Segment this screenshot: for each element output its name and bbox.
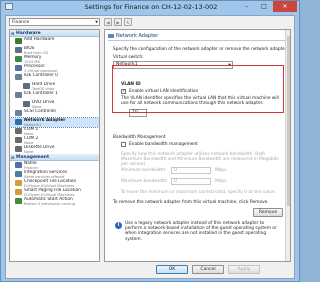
- dialog-body: Finance ▼ ◀ ▶ ↻ ⊟ Hardware Add Hardware B…: [5, 15, 295, 279]
- tree-item-icon: [15, 56, 22, 62]
- tree-item[interactable]: Hard Drive TestOS.vhdx: [10, 82, 99, 91]
- max-bandwidth-unit: Mbps: [215, 179, 227, 184]
- management-section-label: Management: [16, 155, 50, 160]
- collapse-icon[interactable]: ⊟: [11, 30, 14, 37]
- tree-item-icon: [15, 198, 22, 204]
- collapse-icon[interactable]: ⊟: [11, 154, 14, 161]
- tree-item-icon: [15, 38, 22, 44]
- pane-header: Network Adapter: [108, 33, 288, 41]
- tree-item-icon: [23, 101, 30, 107]
- maximize-button[interactable]: □: [256, 1, 272, 12]
- legacy-adapter-info: Use a legacy network adapter instead of …: [125, 221, 277, 242]
- max-bandwidth-input[interactable]: 0: [171, 178, 211, 185]
- tree-item[interactable]: Automatic Start Action Restart if previou…: [10, 197, 99, 206]
- info-icon: i: [115, 222, 122, 229]
- hardware-section-label: Hardware: [16, 31, 41, 36]
- min-bandwidth-unit: Mbps: [215, 168, 227, 173]
- tree-item-icon: [15, 171, 22, 177]
- tree-item-detail: Restart if previously running: [24, 202, 75, 206]
- bandwidth-group-label: Bandwidth Management: [113, 135, 166, 140]
- tree-item-label: Add Hardware: [24, 37, 55, 42]
- min-bandwidth-input[interactable]: 0: [171, 167, 211, 174]
- vm-selector[interactable]: Finance ▼: [9, 18, 100, 26]
- tree-item[interactable]: BIOS Boot from CD: [10, 46, 99, 55]
- refresh-icon[interactable]: ↻: [124, 18, 132, 26]
- management-section-header[interactable]: ⊟ Management: [10, 154, 99, 161]
- remove-button[interactable]: Remove: [253, 208, 283, 217]
- tree-item-icon: [15, 92, 22, 98]
- tree-item-label: SCSI Controller: [24, 109, 57, 114]
- pane-header-text: Network Adapter: [116, 33, 159, 39]
- vlan-highlight-box: [112, 65, 284, 113]
- tree-item-label: IDE Controller 0: [24, 73, 58, 78]
- tree-item[interactable]: Network Adapter Network1: [10, 117, 99, 128]
- bandwidth-note: To leave the minimum or maximum unrestri…: [121, 190, 277, 195]
- tree-item[interactable]: Name Finance: [10, 161, 99, 170]
- pane-scrollbar[interactable]: [285, 30, 290, 261]
- title-bar[interactable]: Settings for Finance on CH-12-02-13-002 …: [1, 1, 299, 13]
- tree-item-icon: [15, 180, 22, 186]
- scrollbar-thumb[interactable]: [287, 36, 290, 206]
- network-adapter-icon: [108, 33, 114, 38]
- settings-window: Settings for Finance on CH-12-02-13-002 …: [0, 0, 300, 282]
- intro-text: Specify the configuration of the network…: [113, 47, 288, 52]
- tree-item[interactable]: COM 2 None: [10, 136, 99, 145]
- tree-item-icon: [15, 189, 22, 195]
- max-bandwidth-label: Maximum bandwidth:: [121, 179, 168, 184]
- bandwidth-enable-label[interactable]: Enable bandwidth management: [129, 142, 198, 147]
- ok-button[interactable]: OK: [156, 265, 188, 274]
- close-button[interactable]: ✕: [273, 1, 297, 12]
- tree-item-icon: [15, 119, 22, 125]
- minimize-button[interactable]: –: [239, 1, 255, 12]
- forward-arrow-icon[interactable]: ▶: [114, 18, 122, 26]
- tree-item[interactable]: Diskette Drive None: [10, 145, 99, 154]
- tree-item-icon: [15, 137, 22, 143]
- tree-item-icon: [15, 65, 22, 71]
- tree-item[interactable]: Smart Paging File Location D:\Hyper-V\Vir…: [10, 188, 99, 197]
- details-pane: Network Adapter Specify the configuratio…: [104, 29, 291, 262]
- tree-item-icon: [15, 110, 22, 116]
- tree-item[interactable]: SCSI Controller: [10, 109, 99, 118]
- tree-item-icon: [15, 74, 22, 80]
- remove-note: To remove the network adapter from this …: [113, 200, 269, 205]
- tree-item[interactable]: Add Hardware: [10, 37, 99, 46]
- back-arrow-icon[interactable]: ◀: [104, 18, 112, 26]
- tree-item[interactable]: Memory 1024 MB: [10, 55, 99, 64]
- cancel-button[interactable]: Cancel: [192, 265, 224, 274]
- tree-item[interactable]: COM 1 None: [10, 127, 99, 136]
- chevron-down-icon: ▼: [95, 20, 98, 24]
- hardware-section-header[interactable]: ⊟ Hardware: [10, 30, 99, 37]
- tree-item[interactable]: Processor 1 Virtual processor: [10, 64, 99, 73]
- management-list: Name Finance Integration Services Some serv…: [10, 161, 99, 206]
- settings-tree: ⊟ Hardware Add Hardware BIOS Boot from CD M…: [9, 29, 100, 262]
- tree-item-icon: [15, 162, 22, 168]
- tree-item[interactable]: Checkpoint File Location D:\Hyper-V\Virtu…: [10, 179, 99, 188]
- min-bandwidth-label: Minimum bandwidth:: [121, 168, 167, 173]
- tree-item[interactable]: Integration Services Some services offere…: [10, 170, 99, 179]
- tree-item-icon: [23, 83, 30, 89]
- vswitch-label: Virtual switch:: [113, 55, 144, 60]
- tree-item[interactable]: IDE Controller 0: [10, 73, 99, 82]
- tree-item[interactable]: IDE Controller 1: [10, 91, 99, 100]
- tree-item-label: IDE Controller 1: [24, 91, 58, 96]
- tree-item-icon: [15, 146, 22, 152]
- tree-item[interactable]: DVD Drive None: [10, 100, 99, 109]
- tree-item-icon: [15, 47, 22, 53]
- vm-selector-value: Finance: [12, 20, 30, 25]
- apply-button[interactable]: Apply: [228, 265, 260, 274]
- tree-item-icon: [15, 128, 22, 134]
- bandwidth-enable-checkbox[interactable]: [121, 142, 126, 147]
- bandwidth-description: Specify how this network adapter utilize…: [121, 152, 279, 168]
- hardware-list: Add Hardware BIOS Boot from CD Memory 1024 M…: [10, 37, 99, 154]
